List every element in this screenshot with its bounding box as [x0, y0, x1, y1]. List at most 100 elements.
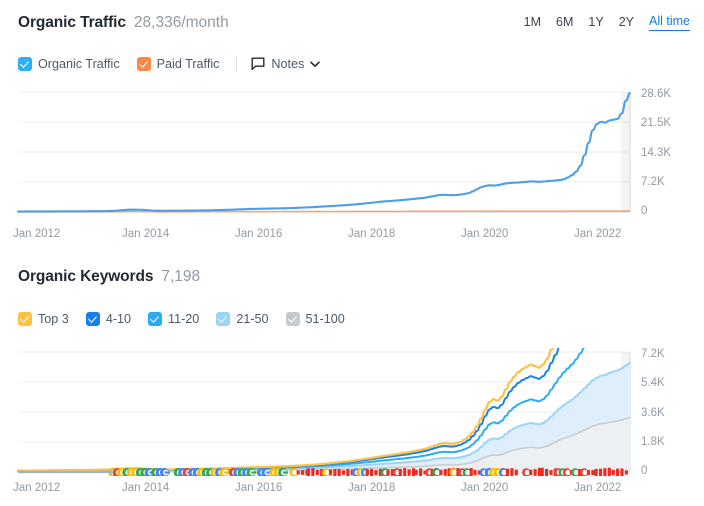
serp-volatility-marker[interactable]: [419, 468, 423, 476]
serp-volatility-marker[interactable]: [414, 469, 418, 476]
organic-keywords-chart[interactable]: [0, 348, 704, 476]
serp-volatility-marker[interactable]: [337, 468, 341, 476]
organic-keywords-legend: Top 3 4-10 11-20 21-50 51-100: [18, 312, 362, 326]
serp-volatility-marker[interactable]: [443, 469, 447, 476]
serp-volatility-marker[interactable]: [374, 469, 378, 476]
serp-volatility-marker[interactable]: [311, 468, 315, 476]
serp-volatility-marker[interactable]: [469, 468, 473, 476]
serp-volatility-marker[interactable]: [594, 468, 598, 476]
y-tick-3: 21.5K: [641, 117, 672, 129]
legend-paid-traffic[interactable]: Paid Traffic: [136, 57, 219, 71]
chevron-down-icon: [310, 61, 321, 67]
organic-keywords-value: 7,198: [161, 268, 201, 285]
legend-label-4-10: 4-10: [105, 311, 132, 326]
legend-label-top-3: Top 3: [38, 311, 69, 326]
serp-volatility-marker[interactable]: [333, 468, 337, 476]
x-tick-1: Jan 2014: [122, 228, 170, 240]
time-range-selector: 1M 6M 1Y 2Y All time: [524, 14, 690, 31]
serp-volatility-marker[interactable]: [386, 469, 390, 476]
y-tick-2: 14.3K: [641, 147, 672, 159]
organic-keywords-plot[interactable]: [0, 348, 704, 476]
range-6m[interactable]: 6M: [556, 15, 573, 31]
range-1m[interactable]: 1M: [524, 15, 541, 31]
kw-y-tick-4: 7.2K: [641, 348, 665, 360]
range-2y[interactable]: 2Y: [619, 15, 634, 31]
serp-volatility-marker[interactable]: [591, 470, 595, 475]
serp-volatility-marker[interactable]: [306, 468, 311, 476]
serp-volatility-marker[interactable]: [540, 467, 544, 476]
legend-11-20[interactable]: 11-20: [148, 312, 199, 326]
serp-volatility-marker[interactable]: [611, 469, 615, 476]
serp-volatility-marker[interactable]: [439, 469, 443, 476]
checkbox-21-50[interactable]: [216, 312, 231, 326]
checkbox-top-3[interactable]: [18, 312, 32, 326]
serp-volatility-marker[interactable]: [473, 469, 477, 476]
serp-volatility-marker[interactable]: [586, 470, 591, 475]
x-tick-5: Jan 2022: [574, 228, 622, 240]
checkbox-4-10[interactable]: [85, 312, 100, 326]
note-bubble-icon: [251, 57, 265, 71]
kw-x-tick-4: Jan 2020: [461, 482, 509, 494]
section-title-keywords: Organic Keywords: [18, 268, 154, 285]
serp-volatility-marker[interactable]: [603, 468, 607, 476]
serp-volatility-marker[interactable]: [398, 468, 402, 476]
legend-21-50[interactable]: 21-50: [216, 312, 269, 326]
checkbox-11-20[interactable]: [148, 312, 163, 326]
legend-label-51-100: 51-100: [305, 311, 345, 326]
organic-traffic-legend: Organic Traffic Paid Traffic Notes: [18, 56, 326, 72]
kw-x-tick-1: Jan 2014: [122, 482, 170, 494]
serp-volatility-marker[interactable]: [514, 469, 518, 476]
legend-divider: [236, 56, 238, 72]
organic-traffic-plot[interactable]: [0, 88, 704, 216]
serp-volatility-marker[interactable]: [346, 469, 350, 476]
kw-x-tick-5: Jan 2022: [574, 482, 622, 494]
serp-volatility-marker[interactable]: [510, 468, 514, 476]
serp-volatility-marker[interactable]: [315, 469, 319, 475]
legend-top-3[interactable]: Top 3: [18, 312, 69, 326]
legend-51-100[interactable]: 51-100: [285, 311, 345, 326]
serp-volatility-marker[interactable]: [529, 469, 533, 476]
legend-organic-traffic[interactable]: Organic Traffic: [18, 57, 120, 71]
checkbox-organic-traffic[interactable]: [18, 57, 32, 71]
serp-volatility-marker[interactable]: [296, 470, 300, 475]
organic-traffic-value: 28,336/month: [133, 14, 229, 31]
serp-volatility-marker[interactable]: [533, 469, 537, 476]
serp-volatility-marker[interactable]: [549, 470, 553, 475]
serp-volatility-marker[interactable]: [505, 468, 510, 476]
y-tick-1: 7.2K: [641, 176, 665, 188]
kw-y-tick-1: 1.8K: [641, 436, 665, 448]
organic-traffic-header: Organic Traffic 28,336/month: [18, 14, 229, 32]
kw-x-tick-3: Jan 2018: [348, 482, 396, 494]
serp-volatility-marker[interactable]: [607, 467, 611, 476]
notes-dropdown[interactable]: Notes: [251, 57, 326, 71]
serp-volatility-marker[interactable]: [545, 468, 549, 476]
serp-volatility-marker[interactable]: [407, 469, 411, 476]
kw-y-tick-2: 3.6K: [641, 407, 665, 419]
organic-keywords-header: Organic Keywords 7,198: [18, 268, 200, 286]
serp-volatility-marker[interactable]: [301, 470, 305, 475]
x-tick-2: Jan 2016: [235, 228, 283, 240]
checkbox-51-100[interactable]: [285, 312, 300, 326]
serp-volatility-marker[interactable]: [370, 468, 374, 476]
notes-label: Notes: [271, 57, 305, 71]
serp-volatility-marker[interactable]: [624, 470, 628, 475]
legend-4-10[interactable]: 4-10: [85, 311, 132, 326]
kw-x-tick-2: Jan 2016: [235, 482, 283, 494]
serp-volatility-marker[interactable]: [403, 468, 407, 476]
serp-volatility-marker[interactable]: [341, 470, 346, 475]
legend-label-organic-traffic: Organic Traffic: [38, 56, 120, 71]
serp-volatility-marker[interactable]: [328, 469, 333, 476]
checkbox-paid-traffic[interactable]: [136, 57, 151, 71]
serp-volatility-marker[interactable]: [365, 469, 369, 476]
x-tick-0: Jan 2012: [13, 228, 61, 240]
legend-label-11-20: 11-20: [168, 311, 200, 326]
organic-traffic-chart[interactable]: [0, 88, 704, 216]
x-tick-4: Jan 2020: [461, 228, 509, 240]
range-1y[interactable]: 1Y: [588, 15, 603, 31]
page-title: Organic Traffic: [18, 14, 126, 31]
serp-volatility-marker[interactable]: [598, 468, 603, 476]
range-all-time[interactable]: All time: [649, 14, 690, 31]
serp-volatility-marker[interactable]: [616, 468, 620, 476]
serp-volatility-marker[interactable]: [620, 468, 624, 476]
y-tick-4: 28.6K: [641, 88, 672, 100]
